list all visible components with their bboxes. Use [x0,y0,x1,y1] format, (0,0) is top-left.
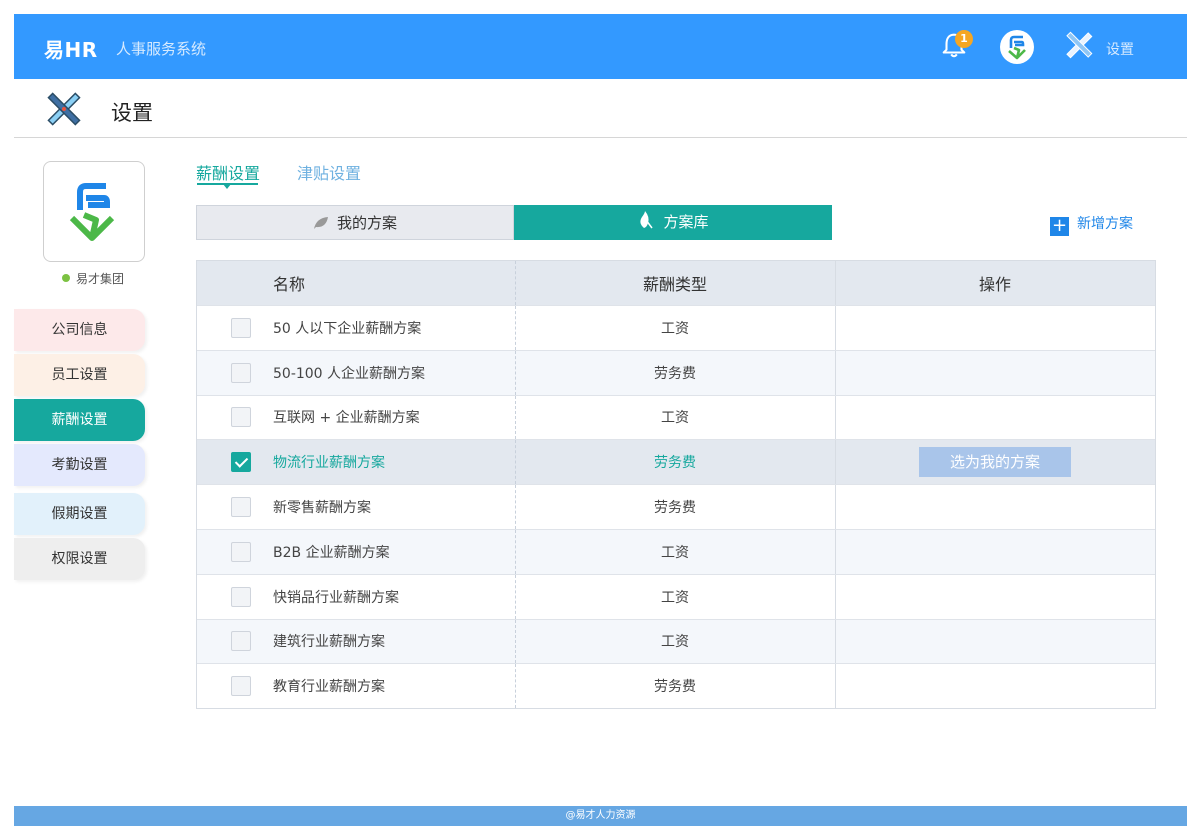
header-action: 操作 [978,275,1011,294]
table-row[interactable]: B2B 企业薪酬方案 工资 [197,528,1155,574]
company-name-text: 易才集团 [76,272,125,286]
sidebar-item-employee-settings[interactable]: 员工设置 [14,354,145,396]
plan-name: 物流行业薪酬方案 [273,455,385,472]
plan-name: 新零售薪酬方案 [273,500,371,517]
column-divider [835,350,836,395]
table-row[interactable]: 教育行业薪酬方案 劳务费 [197,663,1155,709]
plan-name: 快销品行业薪酬方案 [273,589,399,606]
header-divider [14,137,1187,138]
plan-name: 50 人以下企业薪酬方案 [273,320,422,337]
row-checkbox[interactable] [231,586,251,607]
settings-tools-icon [47,92,81,126]
table-row-selected[interactable]: 物流行业薪酬方案 劳务费 选为我的方案 [197,439,1155,485]
segment-plan-library-label: 方案库 [663,213,709,231]
sidebar-item-company-info[interactable]: 公司信息 [14,309,145,351]
salary-type: 劳务费 [654,679,696,696]
column-divider [835,306,836,350]
salary-type: 劳务费 [654,500,696,517]
row-checkbox[interactable] [231,407,251,428]
leaf-icon [313,217,328,229]
brand-logo[interactable]: 易HR [44,34,98,63]
header-type: 薪酬类型 [642,275,707,294]
column-divider [835,619,836,664]
row-checkbox[interactable] [231,541,251,562]
notification-badge: 1 [955,30,973,48]
row-checkbox-checked[interactable] [231,452,251,473]
sidebar-item-salary-settings[interactable]: 薪酬设置 [14,399,145,441]
add-plan-label: 新增方案 [1077,216,1133,232]
salary-type: 劳务费 [654,455,696,472]
row-checkbox[interactable] [231,317,251,338]
table-row[interactable]: 50 人以下企业薪酬方案 工资 [197,305,1155,350]
app-subtitle: 人事服务系统 [116,40,207,58]
company-logo [43,161,145,262]
table-row[interactable]: 互联网 + 企业薪酬方案 工资 [197,394,1155,440]
plan-name: 互联网 + 企业薪酬方案 [273,410,420,427]
add-plan-button[interactable]: + 新增方案 [1050,213,1133,236]
row-checkbox[interactable] [231,676,251,697]
row-checkbox[interactable] [231,631,251,652]
plan-name: 50-100 人企业薪酬方案 [273,365,426,382]
settings-tools-icon[interactable] [1062,28,1096,62]
salary-type: 劳务费 [654,365,696,382]
select-as-my-plan-button[interactable]: 选为我的方案 [919,447,1071,478]
segment-my-plans[interactable]: 我的方案 [196,205,514,240]
online-status-dot [62,274,70,282]
sidebar-item-permission-settings[interactable]: 权限设置 [14,538,145,580]
salary-type: 工资 [661,634,689,651]
tab-salary-settings[interactable]: 薪酬设置 [196,160,260,184]
footer: @易才人力资源 [14,806,1187,826]
sidebar-item-leave-settings[interactable]: 假期设置 [14,493,145,535]
column-divider [835,664,836,709]
table-row[interactable]: 建筑行业薪酬方案 工资 [197,618,1155,664]
table-row[interactable]: 50-100 人企业薪酬方案 劳务费 [197,349,1155,395]
table-row[interactable]: 新零售薪酬方案 劳务费 [197,484,1155,529]
company-name: 易才集团 [62,270,124,287]
salary-type: 工资 [661,320,689,337]
plus-icon: + [1050,215,1069,236]
salary-type: 工资 [661,410,689,427]
salary-type: 工资 [661,544,689,561]
row-checkbox[interactable] [231,362,251,383]
salary-type: 工资 [661,589,689,606]
table-header: 名称 薪酬类型 操作 [197,261,1155,305]
active-tab-caret [223,184,231,189]
plan-name: 建筑行业薪酬方案 [273,634,385,651]
action-cell: 选为我的方案 [835,440,1155,484]
header-name: 名称 [273,275,306,294]
brand-mark-icon [1008,35,1026,60]
plan-name: B2B 企业薪酬方案 [273,544,390,561]
top-settings-label[interactable]: 设置 [1106,39,1134,59]
column-divider [835,574,836,619]
plan-table: 名称 薪酬类型 操作 50 人以下企业薪酬方案 工资 50-100 人企业薪酬方… [196,260,1156,710]
plan-name: 教育行业薪酬方案 [273,679,385,696]
table-row[interactable]: 快销品行业薪酬方案 工资 [197,573,1155,619]
user-avatar[interactable] [1000,30,1034,64]
column-divider [835,395,836,440]
segment-plan-library[interactable]: 方案库 [514,205,832,240]
tab-allowance-settings[interactable]: 津贴设置 [297,160,361,184]
sidebar-item-attendance-settings[interactable]: 考勤设置 [14,444,145,486]
column-divider [835,529,836,574]
segment-my-plans-label: 我的方案 [336,214,397,232]
column-divider [835,485,836,529]
leaf-drop-icon [640,211,654,229]
page-title: 设置 [111,101,153,125]
company-logo-icon [69,183,115,241]
row-checkbox[interactable] [231,497,251,518]
